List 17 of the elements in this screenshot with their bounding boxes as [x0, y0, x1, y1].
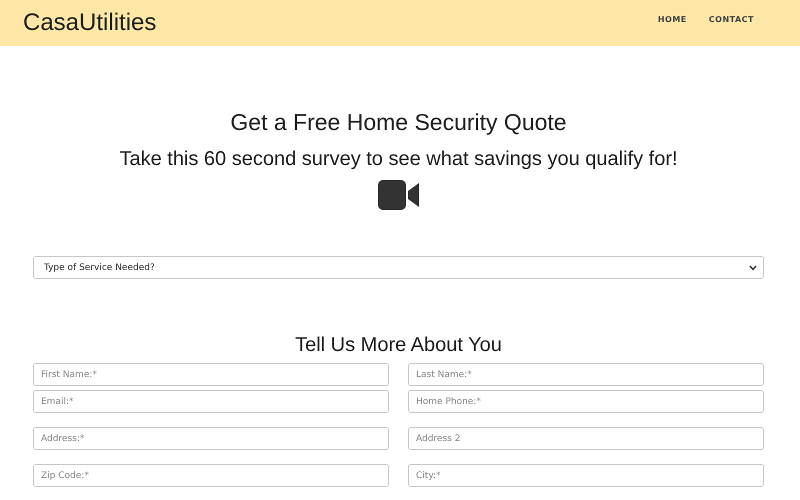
input-field[interactable]: Last Name:*: [408, 363, 764, 386]
nav-link[interactable]: CONTACT: [708, 14, 754, 24]
video-camera-icon: [378, 180, 420, 210]
input-field[interactable]: Zip Code:*: [33, 464, 389, 487]
input-field[interactable]: Address:*: [33, 427, 389, 450]
chevron-down-icon: [749, 264, 757, 270]
input-field[interactable]: City:*: [408, 464, 764, 487]
input-field[interactable]: Address 2: [408, 427, 764, 450]
input-field[interactable]: Email:*: [33, 390, 389, 413]
page-subtitle: Take this 60 second survey to see what savings you qualify for!: [119, 148, 678, 171]
nav-link[interactable]: HOME: [658, 14, 687, 24]
input-field[interactable]: Home Phone:*: [408, 390, 764, 413]
site-logo[interactable]: CasaUtilities: [23, 9, 156, 37]
service-select[interactable]: Type of Service Needed?: [33, 256, 764, 279]
page-title: Get a Free Home Security Quote: [230, 109, 567, 136]
section-heading: Tell Us More About You: [295, 334, 502, 357]
input-field[interactable]: First Name:*: [33, 363, 389, 386]
